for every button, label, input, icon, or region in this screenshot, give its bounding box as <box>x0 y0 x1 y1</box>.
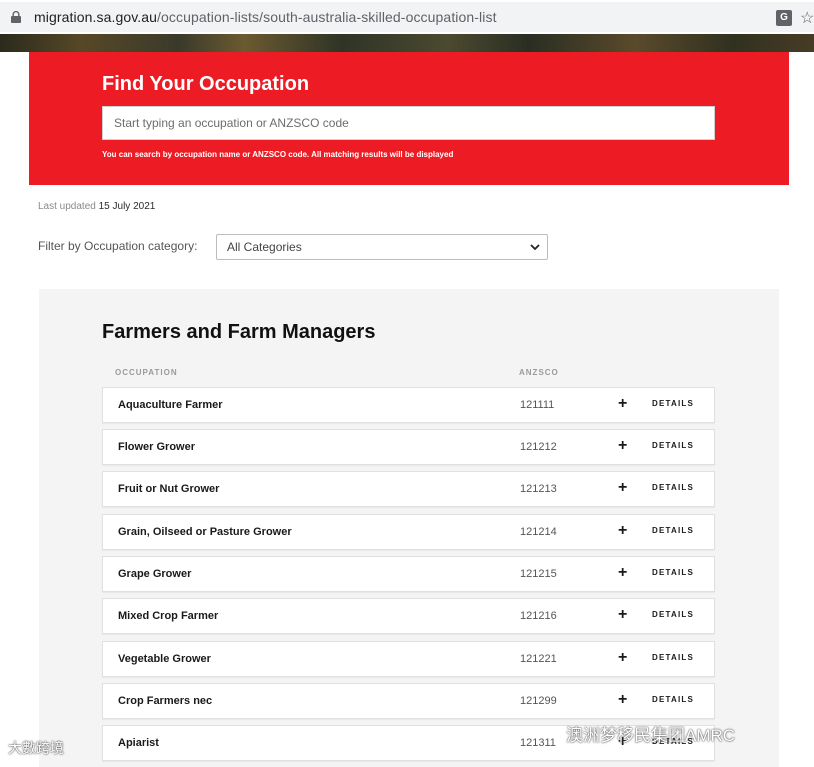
lock-icon[interactable] <box>11 11 21 23</box>
plus-icon[interactable]: + <box>618 395 627 413</box>
plus-icon[interactable]: + <box>618 564 627 582</box>
occupation-name: Mixed Crop Farmer <box>118 610 219 622</box>
column-header-anzsco: ANZSCO <box>519 368 559 377</box>
plus-icon[interactable]: + <box>618 479 627 497</box>
anzsco-code: 121111 <box>520 399 555 411</box>
plus-icon[interactable]: + <box>618 649 627 667</box>
occupation-name: Grape Grower <box>118 568 192 580</box>
plus-icon[interactable]: + <box>618 437 627 455</box>
table-row[interactable]: Vegetable Grower 121221 + DETAILS <box>102 641 715 677</box>
table-row[interactable]: Aquaculture Farmer 121111 + DETAILS <box>102 387 715 423</box>
occupation-name: Crop Farmers nec <box>118 695 213 707</box>
table-row[interactable]: Grape Grower 121215 + DETAILS <box>102 556 715 592</box>
anzsco-code: 121299 <box>520 695 557 707</box>
watermark-left: 大數跨境 <box>8 740 64 756</box>
details-button[interactable]: DETAILS <box>652 610 694 619</box>
translate-icon[interactable]: G <box>776 10 792 26</box>
last-updated: Last updated 15 July 2021 <box>38 201 155 212</box>
search-hint: You can search by occupation name or ANZ… <box>102 150 454 159</box>
occupation-search-input[interactable] <box>102 106 715 140</box>
category-filter-select[interactable]: All Categories <box>216 234 548 260</box>
anzsco-code: 121216 <box>520 610 557 622</box>
table-row[interactable]: Fruit or Nut Grower 121213 + DETAILS <box>102 471 715 507</box>
details-button[interactable]: DETAILS <box>652 483 694 492</box>
details-button[interactable]: DETAILS <box>652 441 694 450</box>
plus-icon[interactable]: + <box>618 691 627 709</box>
omnibox[interactable]: migration.sa.gov.au/occupation-lists/sou… <box>0 2 814 32</box>
details-button[interactable]: DETAILS <box>652 568 694 577</box>
table-row[interactable]: Crop Farmers nec 121299 + DETAILS <box>102 683 715 719</box>
details-button[interactable]: DETAILS <box>652 526 694 535</box>
watermark-right: 澳洲梦移民集团AMRC <box>566 726 736 745</box>
anzsco-code: 121221 <box>520 653 557 665</box>
details-button[interactable]: DETAILS <box>652 399 694 408</box>
star-icon[interactable]: ☆ <box>800 8 814 28</box>
table-row[interactable]: Mixed Crop Farmer 121216 + DETAILS <box>102 598 715 634</box>
url-host: migration.sa.gov.au <box>34 9 158 25</box>
section-title: Farmers and Farm Managers <box>102 321 376 343</box>
url-path: /occupation-lists/south-australia-skille… <box>157 9 497 25</box>
search-title: Find Your Occupation <box>102 73 310 95</box>
last-updated-date: 15 July 2021 <box>98 201 156 212</box>
browser-address-bar: migration.sa.gov.au/occupation-lists/sou… <box>0 0 814 34</box>
url-text[interactable]: migration.sa.gov.au/occupation-lists/sou… <box>34 9 497 25</box>
details-button[interactable]: DETAILS <box>652 695 694 704</box>
occupation-name: Grain, Oilseed or Pasture Grower <box>118 526 292 538</box>
anzsco-code: 121215 <box>520 568 557 580</box>
plus-icon[interactable]: + <box>618 606 627 624</box>
column-header-occupation: OCCUPATION <box>115 368 178 377</box>
table-row[interactable]: Grain, Oilseed or Pasture Grower 121214 … <box>102 514 715 550</box>
chevron-down-icon <box>530 244 540 251</box>
anzsco-code: 121213 <box>520 483 557 495</box>
occupation-name: Fruit or Nut Grower <box>118 483 220 495</box>
last-updated-label: Last updated <box>38 201 96 212</box>
occupation-name: Flower Grower <box>118 441 196 453</box>
occupation-name: Apiarist <box>118 737 159 749</box>
occupation-list-panel: Farmers and Farm Managers OCCUPATION ANZ… <box>39 289 779 767</box>
anzsco-code: 121311 <box>520 737 556 749</box>
hero-image-strip <box>0 34 814 52</box>
anzsco-code: 121212 <box>520 441 557 453</box>
details-button[interactable]: DETAILS <box>652 653 694 662</box>
anzsco-code: 121214 <box>520 526 557 538</box>
filter-label: Filter by Occupation category: <box>38 239 198 253</box>
table-row[interactable]: Flower Grower 121212 + DETAILS <box>102 429 715 465</box>
plus-icon[interactable]: + <box>618 522 627 540</box>
search-panel: Find Your Occupation You can search by o… <box>29 52 789 185</box>
category-filter-value: All Categories <box>227 240 302 254</box>
occupation-name: Vegetable Grower <box>118 653 211 665</box>
occupation-name: Aquaculture Farmer <box>118 399 223 411</box>
